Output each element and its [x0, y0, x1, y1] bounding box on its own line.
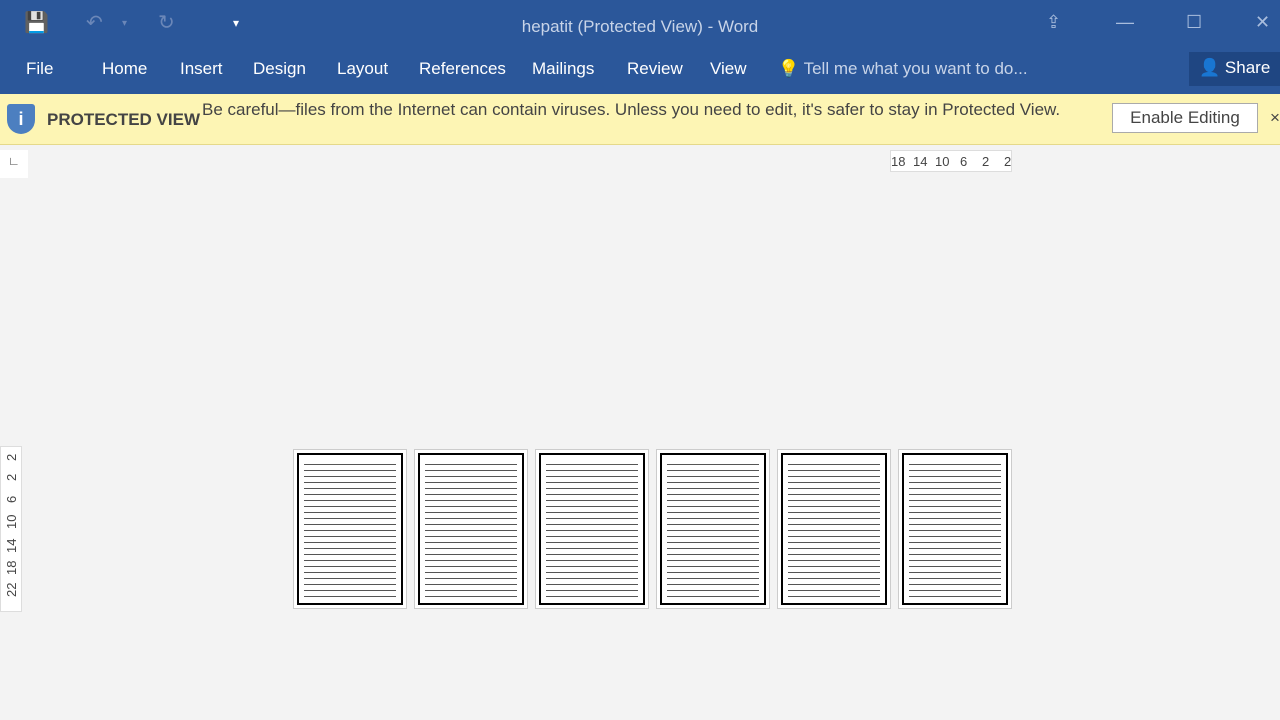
- ribbon-tabs: File Home Insert Design Layout Reference…: [0, 50, 1280, 94]
- tab-layout[interactable]: Layout: [337, 59, 388, 79]
- page[interactable]: [898, 449, 1012, 609]
- tab-selector[interactable]: ∟: [0, 150, 28, 178]
- maximize-icon[interactable]: ☐: [1186, 12, 1202, 33]
- ruler-mark: 2: [4, 453, 19, 461]
- ruler-mark: 14: [913, 154, 928, 169]
- title-bar: 💾 ↶ ▾ ↻ ▾ hepatit (Protected View) - Wor…: [0, 0, 1280, 50]
- tell-me-text: Tell me what you want to do...: [803, 59, 1028, 78]
- ruler-mark: 10: [935, 154, 950, 169]
- protected-view-bar: i PROTECTED VIEW Be careful—files from t…: [0, 94, 1280, 145]
- tab-insert[interactable]: Insert: [180, 59, 223, 79]
- horizontal-ruler[interactable]: 18 14 10 6 2 2: [890, 150, 1012, 172]
- shield-info-icon: i: [7, 104, 35, 134]
- tab-file[interactable]: File: [26, 59, 53, 79]
- tab-design[interactable]: Design: [253, 59, 306, 79]
- window-title: hepatit (Protected View) - Word: [521, 17, 759, 36]
- close-bar-icon[interactable]: ×: [1270, 108, 1280, 128]
- tab-references[interactable]: References: [419, 59, 506, 79]
- ruler-mark: 10: [4, 514, 19, 529]
- close-icon[interactable]: ✕: [1255, 12, 1270, 33]
- protected-view-message: Be careful—files from the Internet can c…: [202, 100, 1061, 119]
- tab-review[interactable]: Review: [627, 59, 683, 79]
- page-thumbnails: [293, 449, 1012, 609]
- page[interactable]: [293, 449, 407, 609]
- ruler-mark: 6: [4, 495, 19, 503]
- minimize-icon[interactable]: —: [1116, 12, 1134, 33]
- ruler-mark: 22: [4, 582, 19, 597]
- ribbon-display-icon[interactable]: ⇪: [1046, 12, 1061, 33]
- ruler-mark: 2: [982, 154, 990, 169]
- tab-mailings[interactable]: Mailings: [532, 59, 594, 79]
- vertical-ruler[interactable]: 2 2 6 10 14 18 22: [0, 446, 22, 612]
- ruler-mark: 14: [4, 538, 19, 553]
- share-label: Share: [1224, 58, 1271, 77]
- page[interactable]: [414, 449, 528, 609]
- lightbulb-icon: 💡: [778, 59, 800, 78]
- ruler-mark: 6: [960, 154, 968, 169]
- share-button[interactable]: 👤 Share: [1189, 52, 1280, 86]
- tell-me-search[interactable]: 💡 Tell me what you want to do...: [778, 59, 1028, 79]
- enable-editing-button[interactable]: Enable Editing: [1112, 103, 1258, 133]
- page[interactable]: [656, 449, 770, 609]
- tab-home[interactable]: Home: [102, 59, 147, 79]
- ruler-mark: 2: [1004, 154, 1012, 169]
- ruler-mark: 18: [4, 560, 19, 575]
- ruler-mark: 2: [4, 473, 19, 481]
- ruler-mark: 18: [891, 154, 906, 169]
- protected-view-label: PROTECTED VIEW: [47, 110, 201, 129]
- page[interactable]: [535, 449, 649, 609]
- tab-view[interactable]: View: [710, 59, 747, 79]
- add-person-icon: 👤: [1199, 58, 1221, 77]
- page[interactable]: [777, 449, 891, 609]
